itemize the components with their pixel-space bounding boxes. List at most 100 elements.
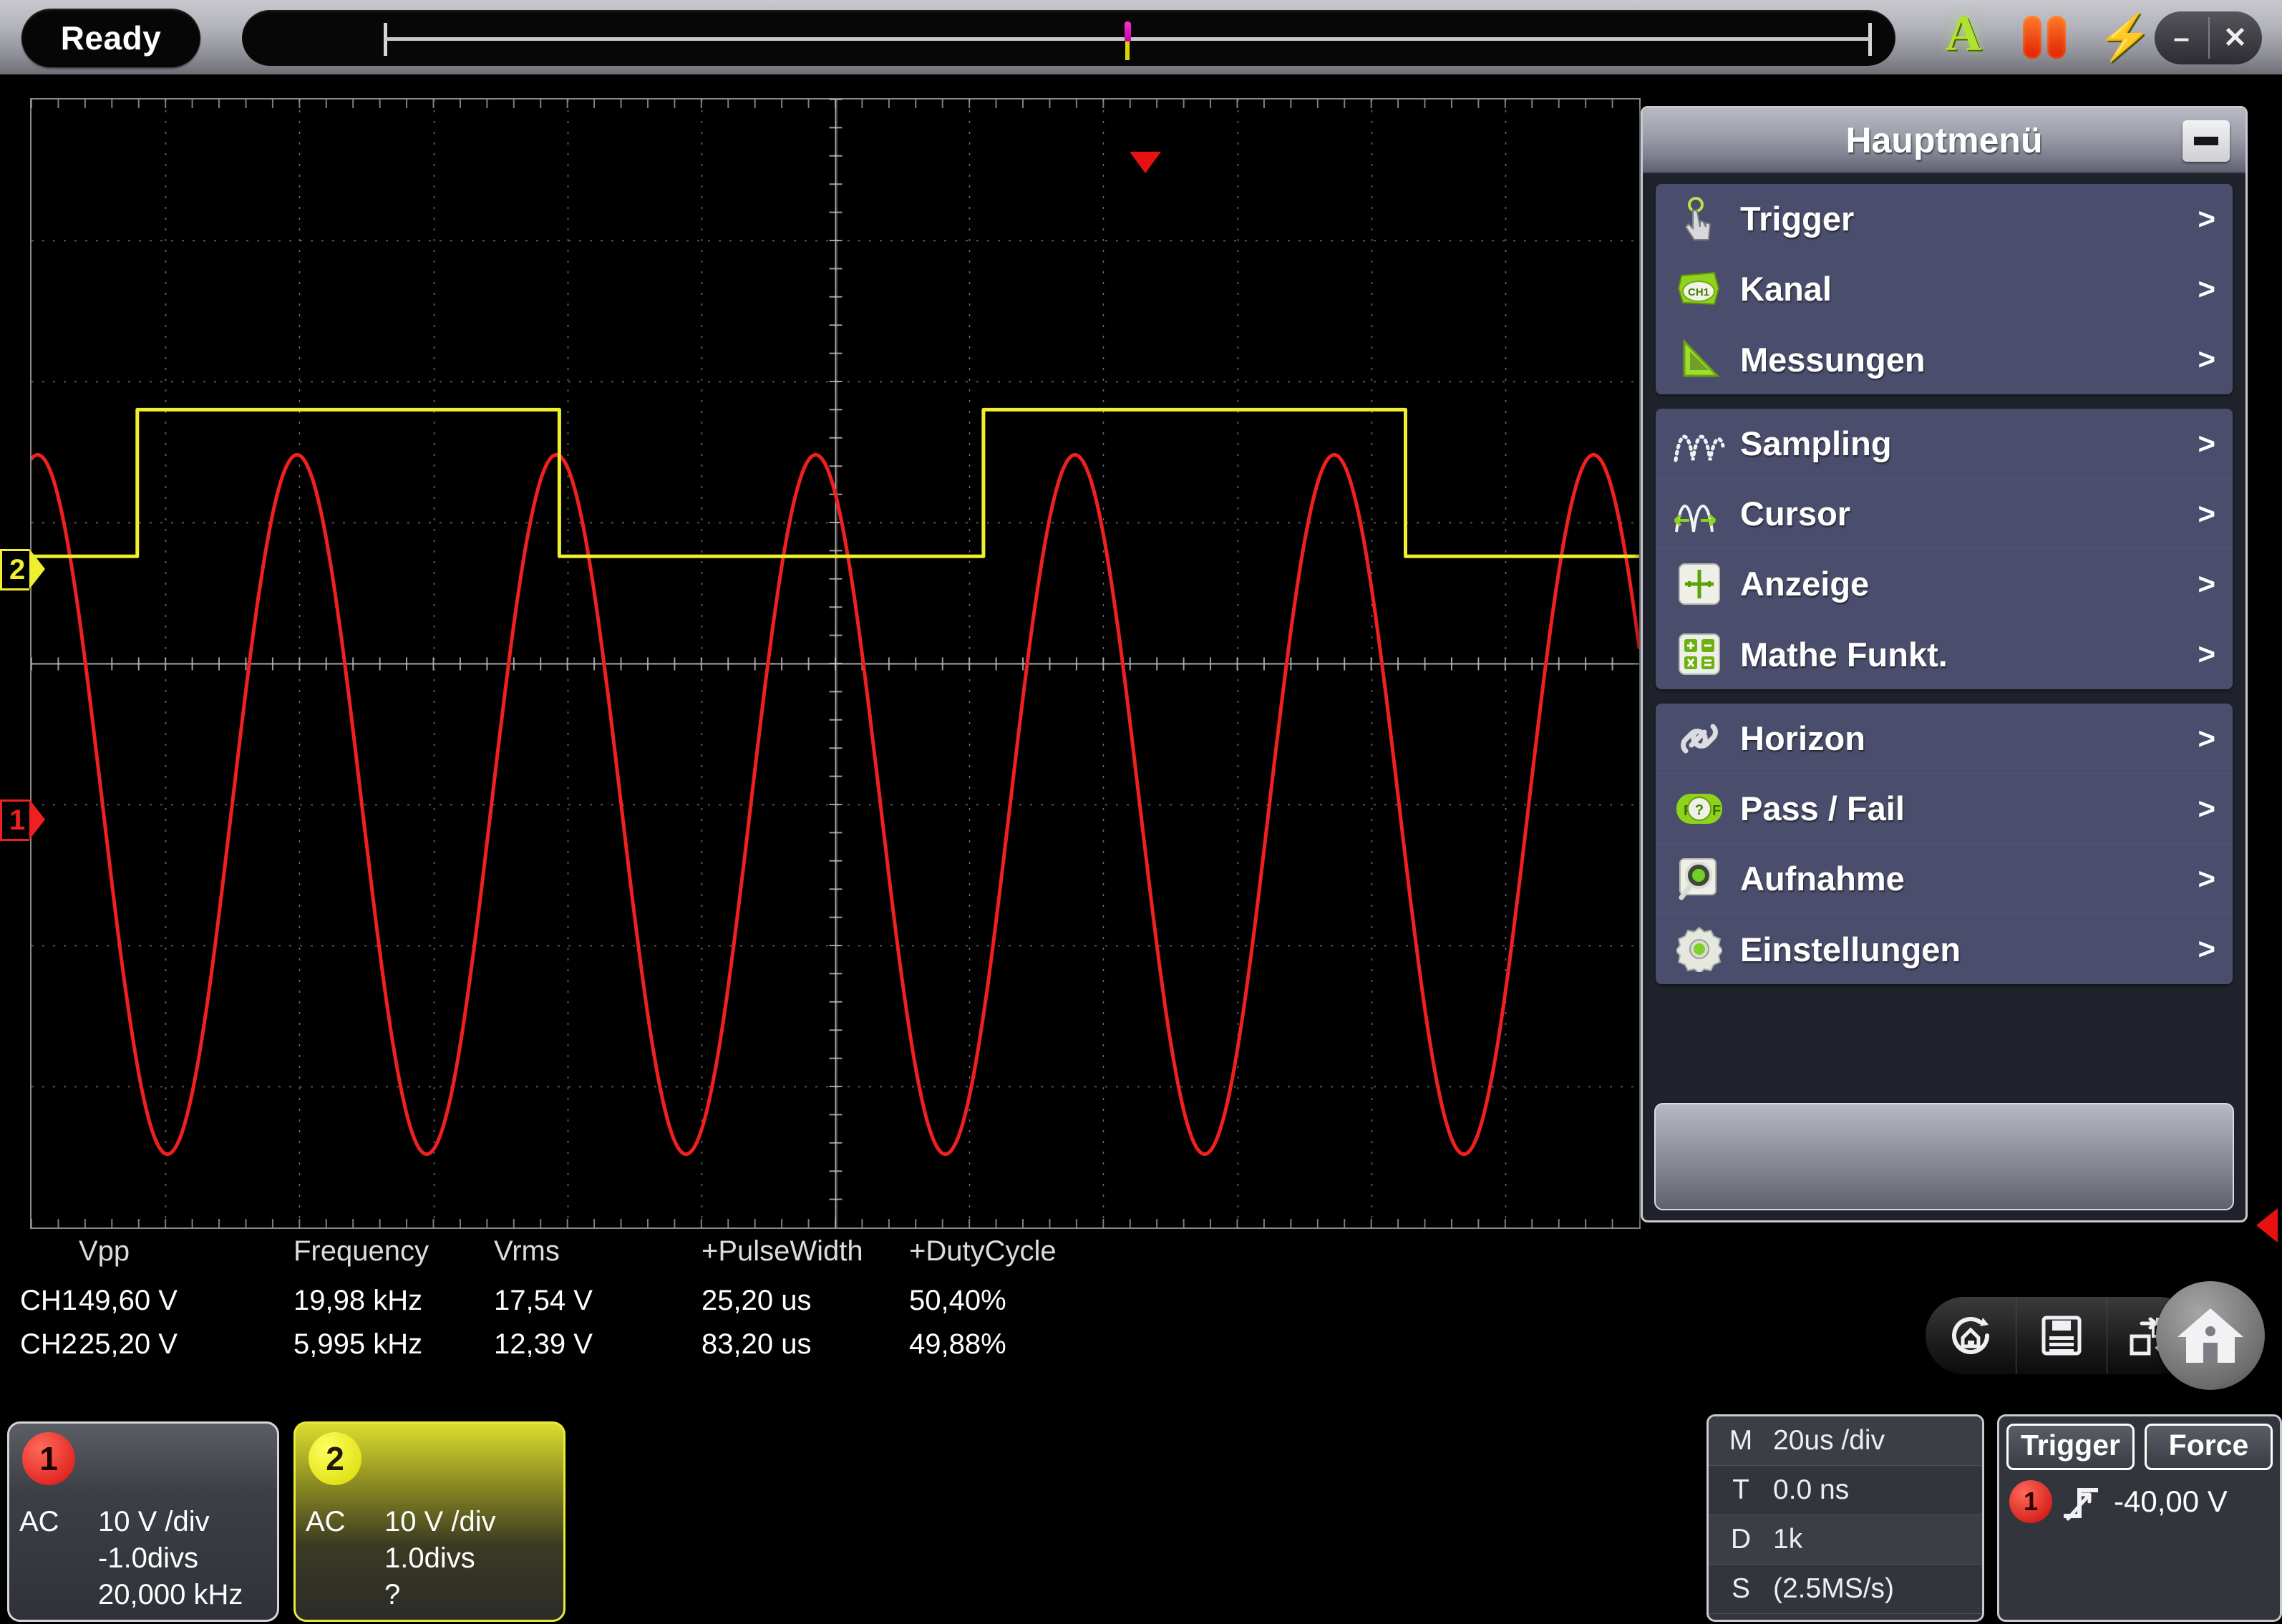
channel-2-offset: 1.0divs (384, 1542, 475, 1575)
window-controls: – ✕ (2155, 11, 2262, 64)
main-menu-title: Hauptmenü (1845, 120, 2043, 160)
top-bar: Ready A ⚡ – ✕ (0, 0, 2282, 77)
menu-item-label: Horizon (1740, 719, 1865, 757)
menu-group-3: Horizon > P ? F Pass / Fail > (1656, 704, 2233, 984)
menu-item-kanal[interactable]: CH1 Kanal > (1656, 254, 2233, 324)
channel-1-badge: 1 (22, 1432, 75, 1485)
home-icon (2177, 1308, 2243, 1363)
channel-2-box[interactable]: 2 AC 10 V /div 1.0divs ? (293, 1421, 565, 1622)
menu-item-label: Trigger (1740, 200, 1855, 238)
cell-pulsewidth: 83,20 us (701, 1328, 812, 1360)
channel-1-box[interactable]: 1 AC 10 V /div -1.0divs 20,000 kHz (7, 1421, 279, 1622)
waveform-display[interactable]: 2 1 (0, 80, 1668, 1232)
minus-icon (2194, 137, 2218, 145)
channel-2-frequency: ? (384, 1579, 401, 1611)
svg-text:F: F (1712, 803, 1721, 819)
menu-item-horizon[interactable]: Horizon > (1656, 704, 2233, 774)
auto-icon[interactable]: A (1946, 6, 1982, 63)
divider (2208, 17, 2210, 59)
col-vrms: Vrms (494, 1235, 560, 1267)
close-button[interactable]: ✕ (2208, 21, 2262, 54)
memory-position-bar[interactable] (242, 10, 1895, 66)
channel-2-badge: 2 (309, 1432, 361, 1485)
channel-1-coupling: AC (19, 1506, 59, 1537)
chevron-right-icon: > (2198, 496, 2215, 530)
auto-home-icon[interactable] (1926, 1297, 2016, 1374)
table-header-row: Vpp Frequency Vrms +PulseWidth +DutyCycl… (0, 1235, 1095, 1279)
main-menu-panel[interactable]: Hauptmenü Trigger > CH1 Kanal > Messunge… (1641, 106, 2248, 1222)
menu-item-label: Messungen (1740, 340, 1926, 379)
gear-icon (1671, 923, 1727, 975)
channel-2-coupling: AC (306, 1506, 346, 1537)
cell-channel: CH2 (20, 1328, 78, 1360)
trigger-position-marker[interactable] (1130, 152, 1161, 173)
rising-edge-icon (2064, 1488, 2098, 1521)
menu-item-sampling[interactable]: Sampling > (1656, 409, 2233, 479)
minimize-button[interactable]: – (2155, 22, 2208, 54)
timebase-row-m[interactable]: M 20us /div (1709, 1416, 1982, 1466)
col-pulsewidth: +PulseWidth (701, 1235, 863, 1267)
menu-item-trigger[interactable]: Trigger > (1656, 184, 2233, 254)
bolt-icon[interactable]: ⚡ (2097, 11, 2152, 64)
pause-icon[interactable] (2023, 16, 2074, 59)
menu-item-pass-fail[interactable]: P ? F Pass / Fail > (1656, 774, 2233, 844)
menu-item-einstellungen[interactable]: Einstellungen > (1656, 914, 2233, 984)
trigger-level-marker[interactable] (2256, 1208, 2278, 1243)
timebase-key-t: T (1732, 1474, 1749, 1505)
channel-2-position-marker[interactable]: 2 (0, 549, 46, 590)
minimize-panel-button[interactable] (2183, 120, 2230, 162)
menu-item-messungen[interactable]: Messungen > (1656, 324, 2233, 394)
measurements-table: Vpp Frequency Vrms +PulseWidth +DutyCycl… (0, 1235, 1217, 1371)
chevron-right-icon: > (2198, 932, 2215, 966)
pass-fail-icon: P ? F (1671, 783, 1727, 835)
dotted-wave-icon (1671, 418, 1727, 470)
home-button[interactable] (2156, 1281, 2265, 1390)
timebase-row-d[interactable]: D 1k (1709, 1515, 1982, 1565)
svg-text:CH1: CH1 (1688, 286, 1709, 298)
menu-item-label: Mathe Funkt. (1740, 635, 1948, 674)
memory-position-marker[interactable] (1125, 21, 1131, 43)
col-dutycycle: +DutyCycle (909, 1235, 1057, 1267)
chevron-right-icon: > (2198, 861, 2215, 895)
svg-text:?: ? (1695, 802, 1704, 818)
cell-channel: CH1 (20, 1285, 78, 1316)
timebase-value-t: 0.0 ns (1773, 1474, 1850, 1505)
menu-item-label: Sampling (1740, 424, 1892, 462)
channel-1-settings: AC 10 V /div -1.0divs 20,000 kHz (19, 1504, 243, 1614)
menu-item-anzeige[interactable]: Anzeige > (1656, 549, 2233, 619)
menu-item-aufnahme[interactable]: Aufnahme > (1656, 844, 2233, 914)
force-button[interactable]: Force (2145, 1424, 2273, 1470)
timebase-value-d: 1k (1773, 1524, 1803, 1555)
save-icon[interactable] (2016, 1297, 2107, 1374)
timebase-key-m: M (1729, 1425, 1753, 1456)
waveform-grid (30, 98, 1641, 1229)
chevron-right-icon: > (2198, 271, 2215, 306)
menu-item-mathe-funkt[interactable]: Mathe Funkt. > (1656, 619, 2233, 689)
cell-vpp: 49,60 V (79, 1285, 178, 1316)
timebase-row-t[interactable]: T 0.0 ns (1709, 1466, 1982, 1515)
timebase-row-s[interactable]: S (2.5MS/s) (1709, 1565, 1982, 1614)
menu-group-2: Sampling > Cursor > Anzeige > Mathe Funk… (1656, 409, 2233, 689)
main-menu-body: Trigger > CH1 Kanal > Messungen > Sampli… (1643, 174, 2245, 984)
chevron-right-icon: > (2198, 426, 2215, 460)
magnifier-record-icon (1671, 853, 1727, 905)
channel-1-frequency: 20,000 kHz (98, 1579, 243, 1611)
menu-item-cursor[interactable]: Cursor > (1656, 479, 2233, 549)
menu-footer-panel[interactable] (1654, 1103, 2234, 1210)
main-menu-header: Hauptmenü (1643, 108, 2245, 174)
col-channel (0, 1235, 79, 1279)
hand-pointer-icon (1671, 193, 1727, 245)
channel-1-position-marker[interactable]: 1 (0, 799, 46, 841)
trigger-button[interactable]: Trigger (2006, 1424, 2135, 1470)
chevron-right-icon: > (2198, 201, 2215, 235)
chevron-right-icon: > (2198, 637, 2215, 671)
chevron-right-icon: > (2198, 566, 2215, 601)
chevron-right-icon: > (2198, 791, 2215, 825)
waveform-traces (31, 407, 1639, 1157)
chain-link-icon (1671, 713, 1727, 764)
status-badge: Ready (21, 9, 200, 67)
trigger-status-line: 1 -40,00 V (1999, 1470, 2280, 1523)
